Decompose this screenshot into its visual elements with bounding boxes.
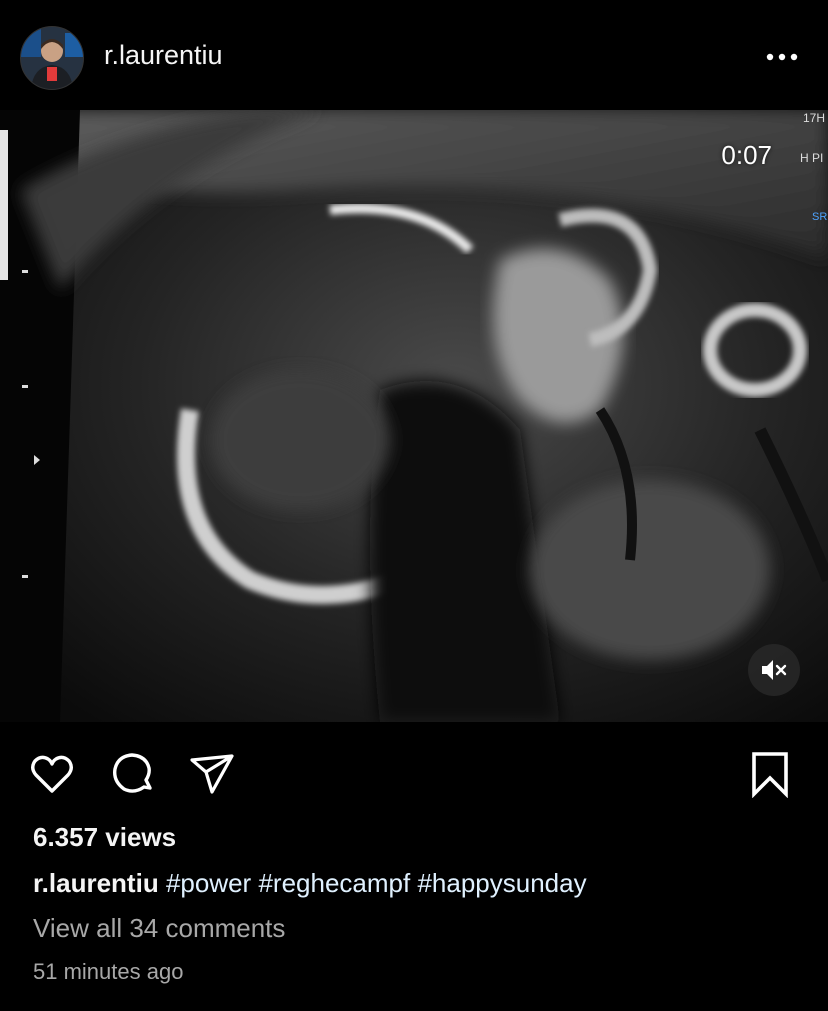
action-bar [0,722,828,822]
post-timestamp: 51 minutes ago [33,959,184,984]
hashtag[interactable]: #reghecampf [258,868,410,898]
hashtag[interactable]: #happysunday [417,868,586,898]
send-arrow-icon[interactable] [188,750,236,798]
view-all-comments-link[interactable]: View all 34 comments [33,913,285,944]
post-video[interactable]: 17H H PI SR 0:07 [0,110,828,722]
video-timer: 0:07 [721,140,772,170]
profile-photo-icon [21,27,83,89]
caption-username[interactable]: r.laurentiu [33,868,159,898]
post-username[interactable]: r.laurentiu [104,40,223,71]
overlay-label-3: SR [812,211,827,223]
more-horizontal-icon[interactable] [764,42,800,72]
hashtag[interactable]: #power [166,868,251,898]
overlay-label-2: H PI [800,151,823,165]
post-caption: r.laurentiu #power #reghecampf #happysun… [33,868,587,899]
comment-bubble-icon[interactable] [108,750,156,798]
avatar[interactable] [20,26,84,90]
ultrasound-video-frame: 17H H PI SR [0,110,828,722]
speaker-muted-icon [762,660,787,680]
heart-icon[interactable] [28,750,76,798]
view-count[interactable]: 6.357 views [33,822,176,853]
mute-button[interactable] [748,644,800,696]
bookmark-icon[interactable] [746,750,794,798]
post-header: r.laurentiu [0,0,828,110]
overlay-label-1: 17H [803,111,825,125]
